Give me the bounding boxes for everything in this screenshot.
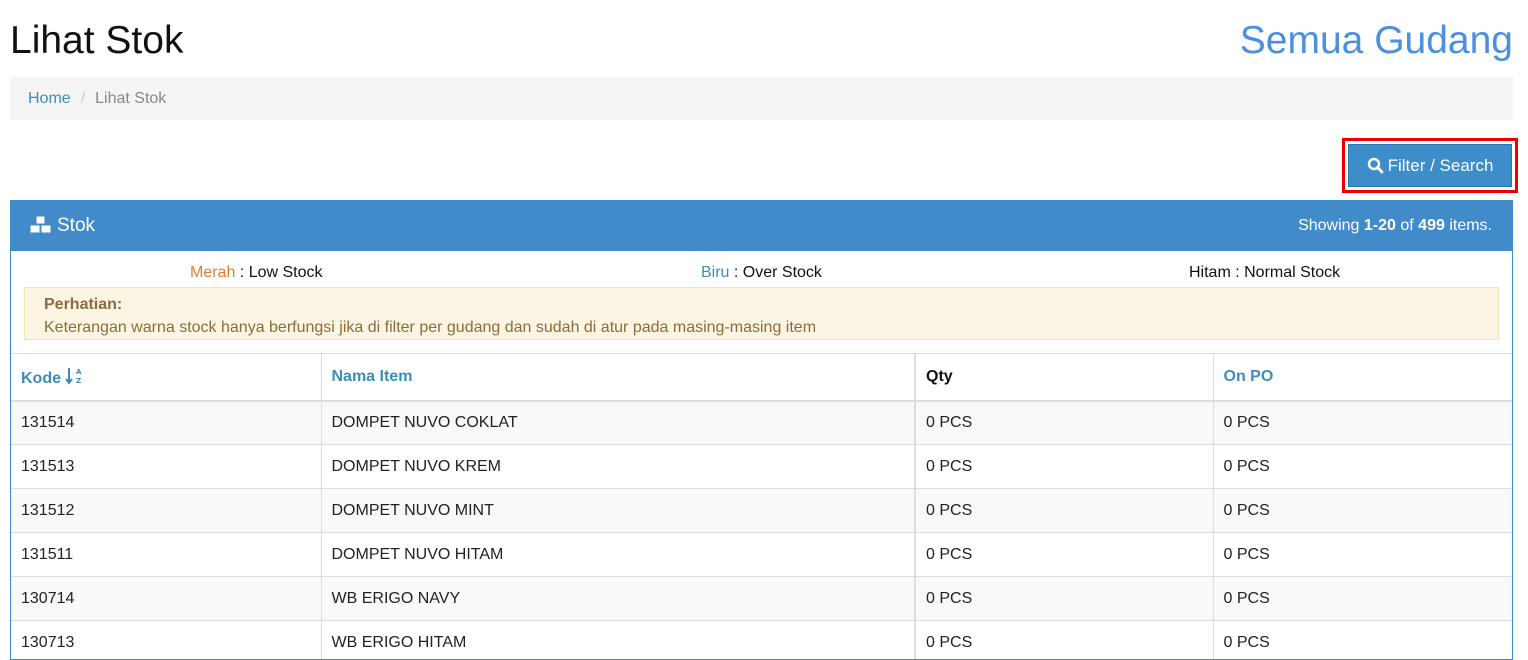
cell-qty: 0 PCS xyxy=(915,445,1213,489)
summary-suffix: items. xyxy=(1445,217,1492,234)
table-row: 130713WB ERIGO HITAM0 PCS0 PCS xyxy=(11,621,1512,660)
summary-text: Showing 1-20 of 499 items. xyxy=(1298,201,1492,251)
cell-nama-item: WB ERIGO HITAM xyxy=(321,621,915,660)
cell-nama-item: DOMPET NUVO HITAM xyxy=(321,533,915,577)
table-row: 131512DOMPET NUVO MINT0 PCS0 PCS xyxy=(11,489,1512,533)
cell-on-po: 0 PCS xyxy=(1213,577,1512,621)
column-qty: Qty xyxy=(915,354,1213,401)
table-row: 131513DOMPET NUVO KREM0 PCS0 PCS xyxy=(11,445,1512,489)
summary-mid: of xyxy=(1396,217,1418,234)
stock-table-body: 131514DOMPET NUVO COKLAT0 PCS0 PCS131513… xyxy=(11,401,1512,660)
legend-red-label: Merah xyxy=(190,264,235,281)
summary-total: 499 xyxy=(1418,217,1445,234)
panel-title-label: Stok xyxy=(57,215,95,236)
cell-qty: 0 PCS xyxy=(915,401,1213,445)
cell-nama-item: WB ERIGO NAVY xyxy=(321,577,915,621)
cell-qty: 0 PCS xyxy=(915,577,1213,621)
cell-kode: 131512 xyxy=(11,489,321,533)
legend-red-text: : Low Stock xyxy=(235,264,322,281)
table-row: 131514DOMPET NUVO COKLAT0 PCS0 PCS xyxy=(11,401,1512,445)
column-kode-label: Kode xyxy=(21,370,61,387)
table-row: 130714WB ERIGO NAVY0 PCS0 PCS xyxy=(11,577,1512,621)
legend-normal-stock: Hitam : Normal Stock xyxy=(1189,264,1340,282)
alert-title: Perhatian: xyxy=(44,293,1479,316)
cell-kode: 131511 xyxy=(11,533,321,577)
column-kode[interactable]: KodeAZ xyxy=(11,354,321,401)
warehouse-title: Semua Gudang xyxy=(1240,18,1513,64)
breadcrumb-home-link[interactable]: Home xyxy=(28,90,71,107)
legend-blue-label: Biru xyxy=(701,264,729,281)
filter-highlight: Filter / Search xyxy=(1342,138,1518,193)
warning-alert: Perhatian: Keterangan warna stock hanya … xyxy=(24,287,1499,340)
panel-title: Stok xyxy=(29,201,95,251)
search-icon xyxy=(1367,157,1384,174)
legend-over-stock: Biru : Over Stock xyxy=(701,264,822,282)
stock-table: KodeAZ Nama Item Qty On PO 131514DOMPET … xyxy=(11,353,1512,660)
svg-text:Z: Z xyxy=(76,377,81,385)
cell-on-po: 0 PCS xyxy=(1213,621,1512,660)
cell-on-po: 0 PCS xyxy=(1213,445,1512,489)
cell-qty: 0 PCS xyxy=(915,621,1213,660)
breadcrumb-separator: / xyxy=(81,90,85,107)
cell-nama-item: DOMPET NUVO KREM xyxy=(321,445,915,489)
breadcrumb-current: Lihat Stok xyxy=(95,90,166,107)
column-nama-item[interactable]: Nama Item xyxy=(321,354,915,401)
sort-ascending-icon: AZ xyxy=(65,366,83,386)
legend-black-label: Hitam xyxy=(1189,264,1231,281)
cell-kode: 130713 xyxy=(11,621,321,660)
panel-heading: Stok Showing 1-20 of 499 items. xyxy=(11,201,1512,251)
filter-search-label: Filter / Search xyxy=(1388,156,1494,175)
cell-kode: 130714 xyxy=(11,577,321,621)
cell-nama-item: DOMPET NUVO COKLAT xyxy=(321,401,915,445)
legend-black-text: : Normal Stock xyxy=(1231,264,1340,281)
column-on-po[interactable]: On PO xyxy=(1213,354,1512,401)
cell-qty: 0 PCS xyxy=(915,533,1213,577)
alert-message: Keterangan warna stock hanya berfungsi j… xyxy=(44,316,1479,339)
stock-panel: Stok Showing 1-20 of 499 items. Merah : … xyxy=(10,200,1513,660)
cubes-icon xyxy=(29,215,53,235)
page-header: Lihat Stok Semua Gudang xyxy=(10,14,1513,70)
table-header-row: KodeAZ Nama Item Qty On PO xyxy=(11,354,1512,401)
legend-blue-text: : Over Stock xyxy=(729,264,821,281)
cell-on-po: 0 PCS xyxy=(1213,533,1512,577)
cell-on-po: 0 PCS xyxy=(1213,489,1512,533)
legend-row: Merah : Low Stock Biru : Over Stock Hita… xyxy=(11,264,1512,284)
cell-qty: 0 PCS xyxy=(915,489,1213,533)
cell-nama-item: DOMPET NUVO MINT xyxy=(321,489,915,533)
table-row: 131511DOMPET NUVO HITAM0 PCS0 PCS xyxy=(11,533,1512,577)
cell-kode: 131513 xyxy=(11,445,321,489)
svg-text:A: A xyxy=(76,368,82,376)
legend-low-stock: Merah : Low Stock xyxy=(190,264,323,282)
cell-kode: 131514 xyxy=(11,401,321,445)
breadcrumb: Home / Lihat Stok xyxy=(10,77,1513,120)
summary-range: 1-20 xyxy=(1364,217,1396,234)
filter-search-button[interactable]: Filter / Search xyxy=(1348,144,1512,187)
page-title: Lihat Stok xyxy=(10,18,183,64)
summary-prefix: Showing xyxy=(1298,217,1364,234)
cell-on-po: 0 PCS xyxy=(1213,401,1512,445)
